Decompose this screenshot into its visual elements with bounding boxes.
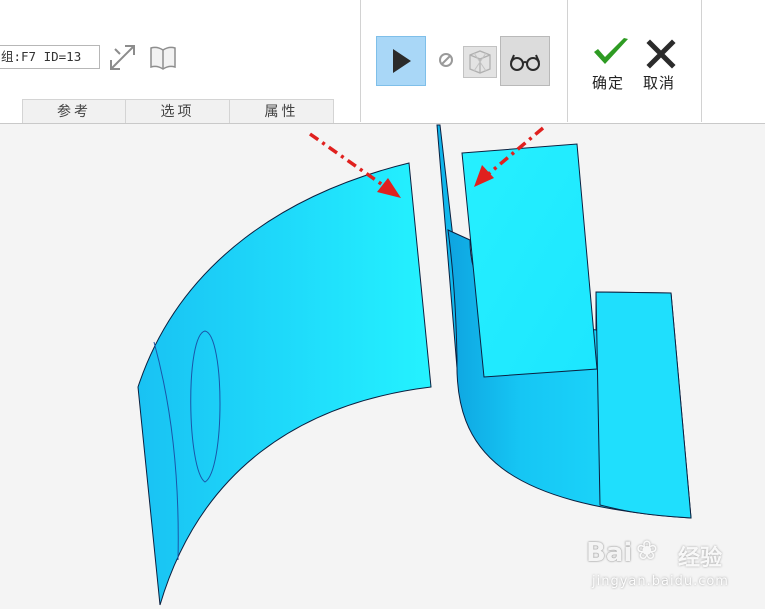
separator [567,0,568,122]
reference-collector-field[interactable]: 组:F7 ID=13 [0,45,100,69]
separator [360,0,361,122]
left-surface [137,162,432,606]
paw-icon: ❀ [636,536,658,566]
no-entry-icon[interactable] [437,51,455,69]
ok-label: 确定 [592,74,625,92]
glasses-icon [510,54,540,71]
play-icon [393,49,411,73]
verify-geometry-button[interactable] [463,46,497,78]
checkmark-icon [594,38,628,64]
watermark-logo: Bai ❀ 经验 jingyan.baidu.com [586,530,729,600]
back-panel [595,291,692,519]
tab-properties[interactable]: 属性 [230,99,334,123]
tab-references[interactable]: 参考 [22,99,126,123]
watermark-brand: Bai [586,538,633,568]
dashboard-tabs: 参考 选项 属性 [22,99,334,123]
close-icon [646,39,676,69]
cancel-label: 取消 [643,74,676,92]
separator [701,0,702,122]
watermark-brand-suffix: 经验 [678,546,723,571]
graphics-viewport[interactable]: Bai ❀ 经验 jingyan.baidu.com [0,124,765,609]
verify-mesh-icon [469,50,491,74]
resume-button[interactable] [376,36,426,86]
surface-side-icon[interactable] [146,44,180,72]
watermark-site: jingyan.baidu.com [592,574,729,589]
tab-options[interactable]: 选项 [126,99,230,123]
preview-button[interactable] [500,36,550,86]
feature-dashboard: 组:F7 ID=13 参考 选项 属性 确定 取消 [0,0,765,124]
flip-direction-icon[interactable] [106,40,140,74]
